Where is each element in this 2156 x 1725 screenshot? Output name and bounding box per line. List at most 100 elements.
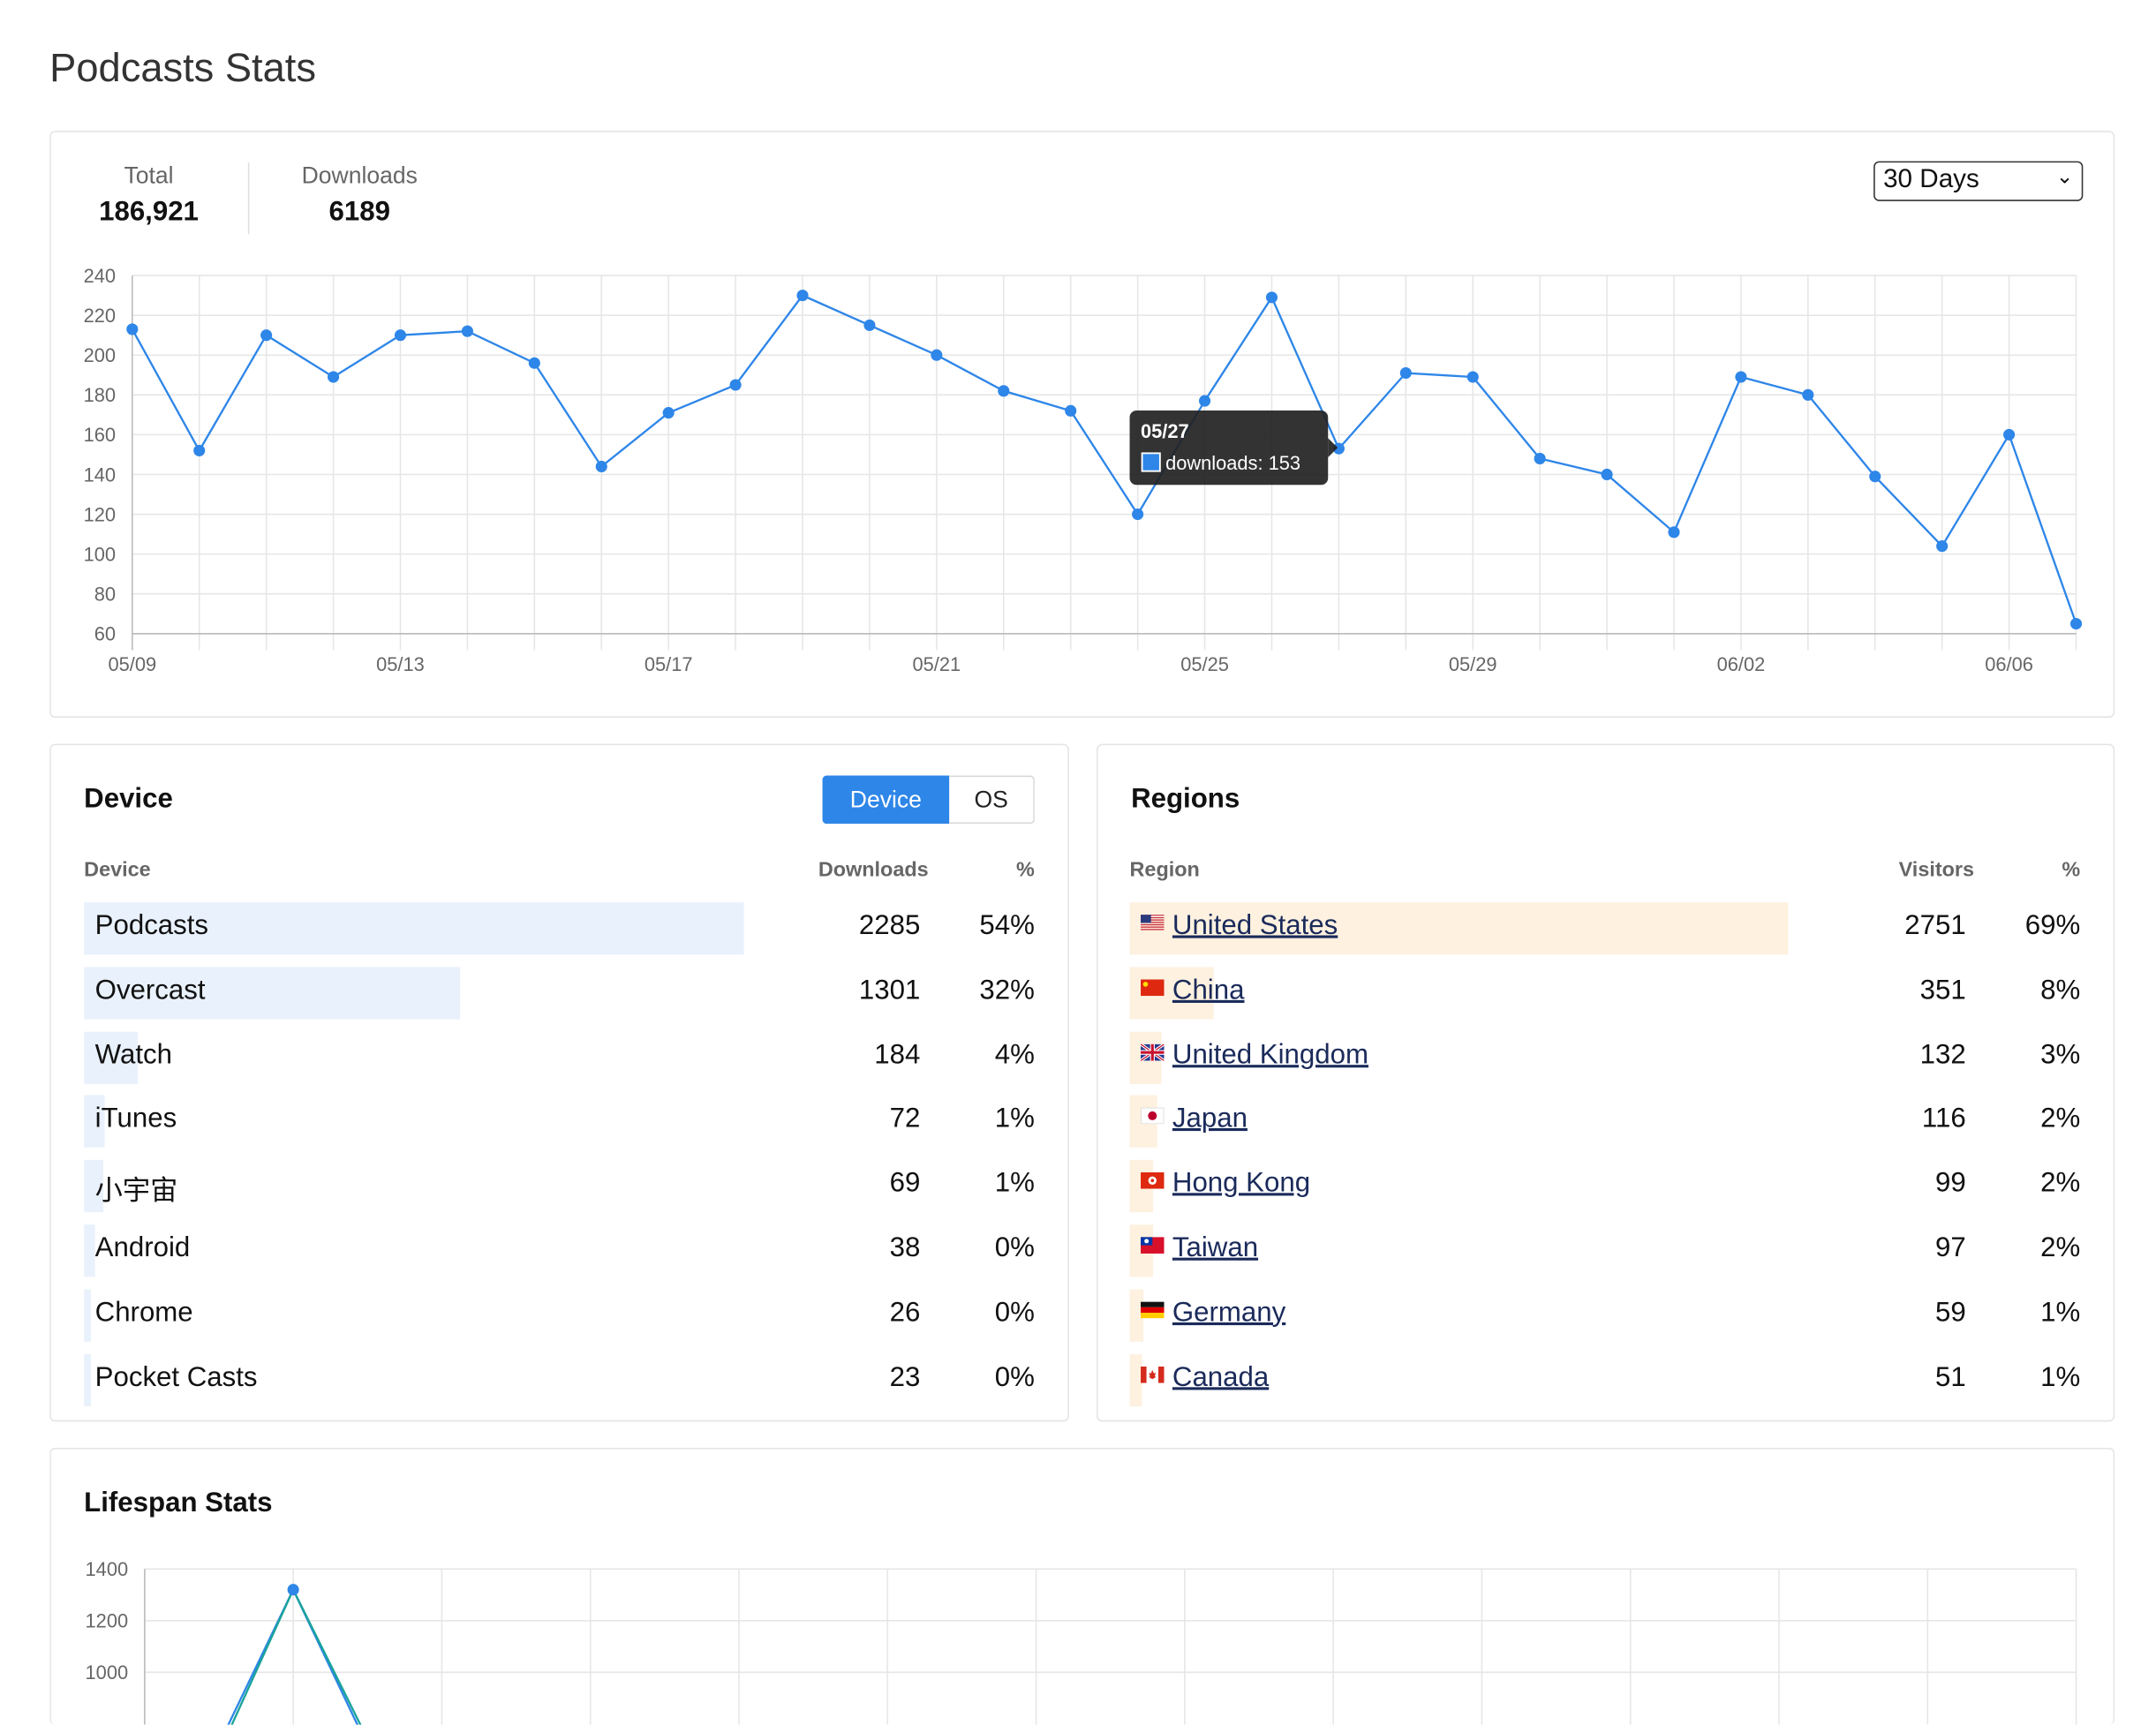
downloads-data-point	[1668, 526, 1680, 539]
region-pct: 2%	[2040, 1104, 2081, 1134]
x-tick-label: 05/09	[108, 653, 156, 675]
region-link[interactable]: Taiwan	[1172, 1233, 1258, 1263]
downloads-data-point	[1601, 468, 1613, 481]
device-downloads: 26	[889, 1297, 921, 1328]
device-downloads: 72	[889, 1104, 921, 1134]
downloads-data-point	[126, 323, 139, 335]
x-tick-label: 05/13	[376, 653, 425, 675]
tooltip-series-swatch	[1141, 452, 1161, 472]
region-row: Canada 51 1%	[1129, 1353, 2080, 1406]
lifespan-series-line-2	[230, 1586, 362, 1725]
us-flag-icon	[1141, 915, 1165, 930]
y-tick-label: 240	[84, 265, 116, 287]
device-row[interactable]: iTunes 72 1%	[84, 1096, 1035, 1149]
device-pct: 0%	[994, 1232, 1035, 1263]
region-pct: 69%	[2024, 910, 2081, 941]
regions-card-title: Regions	[1131, 783, 1240, 815]
region-link[interactable]: Canada	[1172, 1362, 1269, 1392]
device-card: Device Device OS Device Downloads % Podc…	[49, 743, 1069, 1422]
region-link[interactable]: United Kingdom	[1172, 1039, 1368, 1069]
chart-tooltip: 05/27 downloads: 153	[1129, 410, 1338, 486]
device-row[interactable]: Chrome 26 0%	[84, 1289, 1035, 1342]
device-name: Chrome	[94, 1297, 193, 1328]
device-downloads: 1301	[858, 975, 921, 1006]
y-tick-label: 140	[84, 463, 116, 486]
downloads-data-point	[1198, 395, 1211, 407]
device-downloads: 69	[889, 1168, 921, 1199]
device-row[interactable]: Overcast 1301 32%	[84, 967, 1035, 1020]
lifespan-line-chart[interactable]: 1000 1200 1400	[51, 1450, 2114, 1725]
ca-flag-icon	[1141, 1366, 1165, 1383]
downloads-data-point	[1466, 371, 1479, 383]
device-pct: 0%	[994, 1297, 1035, 1328]
x-tick-label: 06/06	[1985, 653, 2033, 675]
device-row[interactable]: Pocket Casts 23 0%	[84, 1353, 1035, 1406]
region-pct-column-header: %	[2062, 858, 2081, 882]
downloads-data-point	[1802, 388, 1814, 401]
device-pct: 32%	[979, 975, 1035, 1006]
device-name: Android	[94, 1232, 191, 1263]
os-toggle-button[interactable]: OS	[949, 775, 1035, 825]
downloads-data-point	[1936, 540, 1949, 553]
device-share-bar	[84, 1353, 91, 1406]
region-link[interactable]: Japan	[1172, 1104, 1248, 1134]
device-row[interactable]: Watch 184 4%	[84, 1031, 1035, 1084]
downloads-line-chart[interactable]: 60 80 100 120 140 160 180 200 220 240 05/09 05/13 0…	[51, 132, 2114, 717]
downloads-data-point	[1534, 452, 1546, 464]
y-tick-label: 200	[84, 344, 116, 366]
region-pct: 1%	[2040, 1297, 2081, 1328]
region-row: Hong Kong 99 2%	[1129, 1160, 2080, 1213]
region-pct: 3%	[2040, 1039, 2081, 1070]
x-tick-label: 05/25	[1180, 653, 1229, 675]
downloads-data-point	[1265, 291, 1278, 304]
y-tick-label: 100	[84, 543, 116, 565]
device-row[interactable]: Android 38 0%	[84, 1224, 1035, 1277]
tooltip-series-label: downloads: 153	[1165, 452, 1300, 474]
downloads-card: Total 186,921 Downloads 6189 30 Days ⌄ 6…	[49, 131, 2115, 718]
downloads-data-point	[863, 319, 876, 331]
visitors-column-header: Visitors	[1898, 858, 1975, 882]
region-link[interactable]: Germany	[1172, 1298, 1285, 1328]
y-tick-label: 220	[84, 305, 116, 327]
y-tick-label: 60	[94, 623, 116, 645]
downloads-data-point	[2069, 617, 2083, 630]
device-row[interactable]: 小宇宙 69 1%	[84, 1160, 1035, 1213]
device-downloads: 184	[874, 1039, 921, 1070]
region-visitors: 51	[1934, 1361, 1966, 1392]
pct-column-header: %	[1016, 858, 1035, 882]
device-pct: 1%	[994, 1168, 1035, 1199]
downloads-data-point	[1065, 404, 1077, 417]
region-link[interactable]: United States	[1172, 910, 1338, 940]
hk-flag-icon	[1141, 1172, 1165, 1189]
region-row: China 351 8%	[1129, 967, 2081, 1020]
region-link[interactable]: Hong Kong	[1172, 1169, 1310, 1199]
region-visitors: 97	[1934, 1232, 1966, 1263]
downloads-data-point	[528, 357, 540, 369]
device-name: Overcast	[94, 975, 206, 1006]
downloads-data-point	[1735, 371, 1747, 383]
downloads-data-point	[1399, 366, 1412, 380]
region-visitors: 59	[1934, 1297, 1966, 1328]
device-share-bar	[84, 1289, 92, 1342]
downloads-column-header: Downloads	[818, 858, 929, 882]
device-downloads: 23	[889, 1361, 921, 1392]
device-column-header: Device	[84, 858, 151, 882]
device-downloads: 38	[889, 1232, 921, 1263]
jp-flag-icon	[1141, 1108, 1165, 1125]
lifespan-data-point	[287, 1584, 299, 1596]
tw-flag-icon	[1141, 1237, 1165, 1254]
downloads-data-point	[328, 371, 340, 383]
region-visitors: 116	[1921, 1104, 1966, 1134]
y-tick-label: 80	[94, 584, 116, 606]
downloads-data-point	[193, 444, 206, 456]
device-toggle-button[interactable]: Device	[822, 775, 950, 825]
region-column-header: Region	[1129, 858, 1200, 882]
region-link[interactable]: China	[1172, 975, 1245, 1005]
downloads-data-point	[729, 379, 742, 391]
y-tick-label: 1000	[86, 1661, 129, 1684]
device-row[interactable]: Podcasts 2285 54%	[84, 902, 1035, 955]
page-title: Podcasts Stats	[49, 47, 317, 91]
device-name: Pocket Casts	[94, 1361, 258, 1392]
region-pct: 8%	[2040, 975, 2081, 1006]
x-tick-label: 06/02	[1717, 653, 1766, 675]
